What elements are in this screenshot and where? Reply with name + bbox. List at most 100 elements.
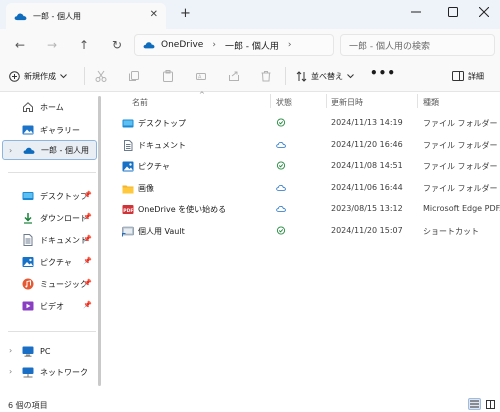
back-button[interactable]: ←	[12, 37, 28, 53]
file-row[interactable]: ドキュメント 2024/11/20 16:46 ファイル フォルダー	[102, 134, 500, 155]
tab-current[interactable]: 一郎 - 個人用 ✕	[6, 3, 166, 29]
refresh-icon: ↻	[111, 38, 123, 52]
file-row[interactable]: デスクトップ 2024/11/13 14:19 ファイル フォルダー	[102, 112, 500, 133]
sidebar-item-label: PC	[40, 346, 51, 356]
details-label: 詳細	[468, 71, 484, 81]
sidebar-item-network[interactable]: › ネットワーク	[0, 362, 96, 382]
breadcrumb-folder[interactable]: 一郎 - 個人用	[225, 39, 279, 52]
file-type: Microsoft Edge PDF...	[423, 204, 500, 213]
column-header-status[interactable]: 状態	[276, 97, 292, 108]
column-header-name[interactable]: 名前	[132, 97, 148, 108]
file-name-cell: ピクチャ	[122, 161, 170, 172]
details-view-button[interactable]	[468, 398, 481, 410]
chevron-right-icon[interactable]: ›	[9, 346, 12, 355]
pictures-icon	[22, 256, 34, 268]
chevron-right-icon[interactable]: ›	[9, 367, 12, 376]
arrow-right-icon: →	[46, 38, 58, 52]
sidebar-item-pc[interactable]: › PC	[0, 341, 96, 361]
maximize-button[interactable]	[443, 4, 463, 20]
cloud-only-icon	[276, 185, 286, 191]
sidebar-item-videos[interactable]: ビデオ 📌	[0, 296, 96, 316]
chevron-down-icon	[347, 73, 354, 78]
home-icon	[22, 101, 34, 113]
file-type: ファイル フォルダー	[423, 162, 498, 171]
pin-icon[interactable]: 📌	[83, 279, 92, 287]
file-row[interactable]: 画像 2024/11/06 16:44 ファイル フォルダー	[102, 177, 500, 198]
pin-icon[interactable]: 📌	[83, 191, 92, 199]
sidebar-item-label: ホーム	[40, 102, 64, 112]
breadcrumb-onedrive[interactable]: OneDrive	[161, 40, 203, 50]
address-breadcrumb[interactable]: OneDrive › 一郎 - 個人用 ›	[134, 34, 334, 56]
sidebar-divider	[8, 172, 96, 173]
pin-icon[interactable]: 📌	[83, 301, 92, 309]
paste-icon	[163, 70, 173, 82]
refresh-button[interactable]: ↻	[109, 37, 125, 53]
toolbar-divider	[84, 67, 85, 85]
up-button[interactable]: ↑	[76, 37, 92, 53]
column-divider[interactable]	[417, 94, 418, 108]
cut-icon	[95, 70, 107, 82]
column-divider[interactable]	[270, 94, 271, 108]
sidebar-item-onedrive[interactable]: › 一郎 - 個人用	[2, 140, 97, 160]
svg-text:PDF: PDF	[123, 208, 133, 214]
tiles-view-button[interactable]	[484, 398, 497, 410]
close-window-button[interactable]	[474, 4, 494, 20]
sidebar-item-pictures[interactable]: ピクチャ 📌	[0, 252, 96, 272]
sidebar-scrollbar[interactable]	[98, 96, 101, 386]
copy-icon	[129, 71, 139, 81]
column-header-modified[interactable]: 更新日時	[331, 97, 363, 108]
sort-button[interactable]: 並べ替え	[296, 67, 354, 85]
file-type: ファイル フォルダー	[423, 119, 498, 128]
file-row[interactable]: PDF OneDrive を使い始める 2023/08/15 13:12 Mic…	[102, 198, 500, 219]
sidebar-item-documents[interactable]: ドキュメント 📌	[0, 230, 96, 250]
sidebar-item-label: 一郎 - 個人用	[41, 145, 89, 155]
search-input[interactable]: 一郎 - 個人用の検索	[340, 34, 495, 56]
chevron-right-icon[interactable]: ›	[212, 40, 216, 50]
rename-button[interactable]: A	[193, 68, 209, 84]
rename-icon: A	[196, 73, 206, 81]
more-options-button[interactable]: •••	[370, 67, 396, 79]
file-modified: 2024/11/20 16:46	[331, 140, 403, 149]
column-header-type[interactable]: 種類	[423, 97, 439, 108]
column-divider[interactable]	[326, 94, 327, 108]
delete-button[interactable]	[258, 68, 274, 84]
file-row[interactable]: 個人用 Vault 2024/11/20 15:07 ショートカット	[102, 220, 500, 241]
file-name-cell: ドキュメント	[122, 140, 186, 151]
forward-button[interactable]: →	[44, 37, 60, 53]
close-tab-icon[interactable]: ✕	[150, 10, 158, 20]
sidebar-item-gallery[interactable]: ギャラリー	[0, 120, 96, 140]
chevron-right-icon[interactable]: ›	[288, 40, 292, 50]
new-tab-button[interactable]: +	[180, 7, 191, 20]
synced-check-icon	[276, 118, 286, 127]
copy-button[interactable]	[126, 68, 142, 84]
details-button[interactable]: 詳細	[452, 67, 484, 85]
minimize-button[interactable]	[406, 4, 426, 20]
file-row[interactable]: ピクチャ 2024/11/08 14:51 ファイル フォルダー	[102, 155, 500, 176]
pin-icon[interactable]: 📌	[83, 213, 92, 221]
plus-circle-icon	[9, 70, 20, 82]
sidebar-item-downloads[interactable]: ダウンロード 📌	[0, 208, 96, 228]
file-modified: 2024/11/06 16:44	[331, 183, 403, 192]
file-name-cell: デスクトップ	[122, 118, 186, 129]
sidebar-item-label: ダウンロード	[40, 213, 88, 223]
sidebar-item-home[interactable]: ホーム	[0, 97, 96, 117]
pin-icon[interactable]: 📌	[83, 257, 92, 265]
file-type: ショートカット	[423, 227, 479, 236]
sidebar-item-label: ギャラリー	[40, 125, 80, 135]
pin-icon[interactable]: 📌	[83, 235, 92, 243]
pc-icon	[22, 345, 34, 357]
item-count: 6 個の項目	[8, 401, 48, 410]
network-icon	[22, 366, 34, 378]
sidebar-item-music[interactable]: ミュージック 📌	[0, 274, 96, 294]
sidebar-item-desktop[interactable]: デスクトップ 📌	[0, 186, 96, 206]
address-row: ← → ↑ ↻ OneDrive › 一郎 - 個人用 › 一郎 - 個人用の検…	[0, 29, 500, 60]
cut-button[interactable]	[93, 68, 109, 84]
share-button[interactable]	[226, 68, 242, 84]
file-modified: 2024/11/08 14:51	[331, 161, 403, 170]
chevron-right-icon[interactable]: ›	[9, 146, 12, 155]
new-button[interactable]: 新規作成	[9, 67, 67, 85]
file-name: デスクトップ	[138, 119, 186, 128]
paste-button[interactable]	[160, 68, 176, 84]
pdf-icon: PDF	[122, 204, 134, 215]
title-bar: 一郎 - 個人用 ✕ +	[0, 0, 500, 29]
